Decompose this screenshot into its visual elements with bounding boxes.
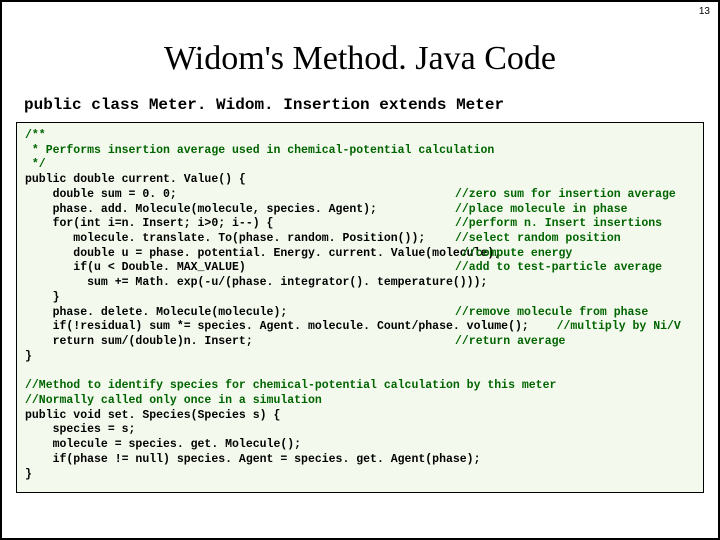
code-block: /** * Performs insertion average used in… bbox=[16, 122, 704, 493]
code: if(u < Double. MAX_VALUE) bbox=[25, 261, 455, 276]
slide-title: Widom's Method. Java Code bbox=[2, 40, 718, 78]
code: species = s; bbox=[25, 423, 135, 438]
comment: //return average bbox=[455, 335, 565, 350]
comment: //Normally called only once in a simulat… bbox=[25, 394, 322, 409]
code: return sum/(double)n. Insert; bbox=[25, 335, 455, 350]
comment: //Method to identify species for chemica… bbox=[25, 379, 556, 394]
comment: //multiply by Ni/V bbox=[529, 320, 681, 335]
slide: 13 Widom's Method. Java Code public clas… bbox=[0, 0, 720, 540]
code: double sum = 0. 0; bbox=[25, 188, 455, 203]
page-number: 13 bbox=[699, 6, 710, 17]
code: double u = phase. potential. Energy. cur… bbox=[25, 247, 455, 262]
code: for(int i=n. Insert; i>0; i--) { bbox=[25, 217, 455, 232]
code: } bbox=[25, 350, 32, 365]
comment: //add to test-particle average bbox=[455, 261, 662, 276]
comment: * Performs insertion average used in che… bbox=[25, 144, 494, 159]
class-declaration: public class Meter. Widom. Insertion ext… bbox=[24, 96, 698, 114]
comment: //zero sum for insertion average bbox=[455, 188, 676, 203]
comment: //compute energy bbox=[455, 247, 572, 262]
comment: //perform n. Insert insertions bbox=[455, 217, 662, 232]
blank-line bbox=[25, 365, 32, 380]
code: public void set. Species(Species s) { bbox=[25, 409, 280, 424]
code: sum += Math. exp(-u/(phase. integrator()… bbox=[25, 276, 487, 291]
code: if(!residual) sum *= species. Agent. mol… bbox=[25, 320, 529, 335]
comment: /** bbox=[25, 129, 46, 144]
code: molecule = species. get. Molecule(); bbox=[25, 438, 301, 453]
code: molecule. translate. To(phase. random. P… bbox=[25, 232, 455, 247]
code: } bbox=[25, 468, 32, 483]
comment: //select random position bbox=[455, 232, 621, 247]
code: } bbox=[25, 291, 60, 306]
code: phase. delete. Molecule(molecule); bbox=[25, 306, 455, 321]
comment: */ bbox=[25, 158, 46, 173]
comment: //place molecule in phase bbox=[455, 203, 628, 218]
code: phase. add. Molecule(molecule, species. … bbox=[25, 203, 455, 218]
code: public double current. Value() { bbox=[25, 173, 246, 188]
code: if(phase != null) species. Agent = speci… bbox=[25, 453, 480, 468]
comment: //remove molecule from phase bbox=[455, 306, 648, 321]
